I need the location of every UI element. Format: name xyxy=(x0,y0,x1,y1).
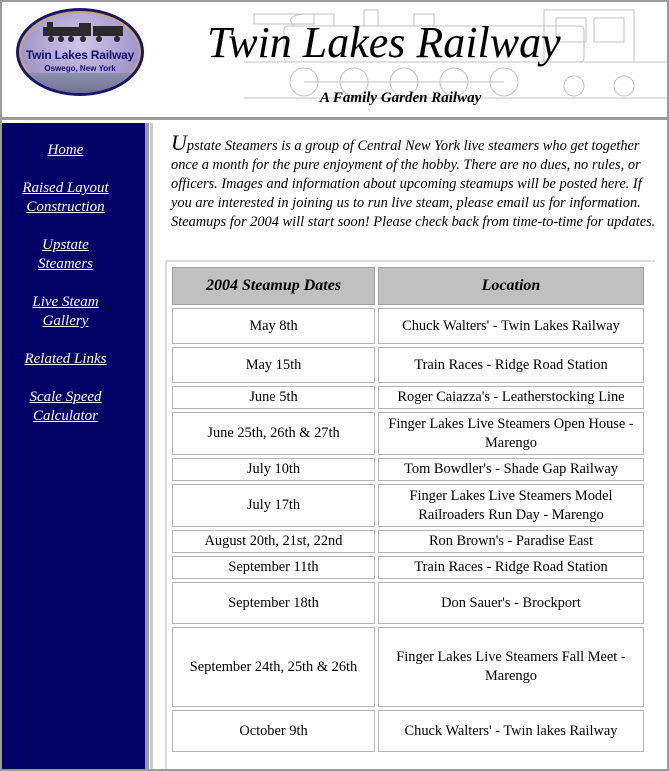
nav-link-live-steam-gallery[interactable]: Live Steam Gallery xyxy=(32,294,98,329)
table-row: June 5th Roger Caiazza's - Leatherstocki… xyxy=(172,386,644,409)
column-header-location: Location xyxy=(378,267,644,305)
table-row: August 20th, 21st, 22nd Ron Brown's - Pa… xyxy=(172,530,644,553)
intro-text: pstate Steamers is a group of Central Ne… xyxy=(171,138,656,230)
table-row: May 15th Train Races - Ridge Road Statio… xyxy=(172,347,644,383)
date-cell: September 24th, 25th & 26th xyxy=(172,627,375,707)
page-tagline: A Family Garden Railway xyxy=(320,90,482,106)
date-cell: June 5th xyxy=(172,386,375,409)
nav-link-label: Upstate xyxy=(42,237,89,253)
intro-paragraph: Upstate Steamers is a group of Central N… xyxy=(171,130,666,232)
logo-title: Twin Lakes Railway xyxy=(25,48,135,62)
date-cell: October 9th xyxy=(172,710,375,752)
page-title: Twin Lakes Railway xyxy=(207,18,561,67)
nav-item-raised-layout: Raised Layout Construction xyxy=(2,179,129,217)
table-row: September 18th Don Sauer's - Brockport xyxy=(172,582,644,624)
date-cell: May 8th xyxy=(172,308,375,344)
nav-link-label: Construction xyxy=(26,199,105,215)
table-row: May 8th Chuck Walters' - Twin Lakes Rail… xyxy=(172,308,644,344)
location-cell: Train Races - Ridge Road Station xyxy=(378,556,644,579)
steamup-table-container: 2004 Steamup Dates Location May 8th Chuc… xyxy=(165,260,655,769)
location-cell: Don Sauer's - Brockport xyxy=(378,582,644,624)
logo-ground xyxy=(19,73,141,93)
nav-link-raised-layout[interactable]: Raised Layout Construction xyxy=(22,180,108,215)
site-header: Twin Lakes Railway Oswego, New York Twin… xyxy=(2,2,667,120)
date-cell: September 11th xyxy=(172,556,375,579)
main-content: Upstate Steamers is a group of Central N… xyxy=(155,123,667,769)
table-row: October 9th Chuck Walters' - Twin lakes … xyxy=(172,710,644,752)
intro-dropcap: U xyxy=(171,130,187,155)
column-header-dates: 2004 Steamup Dates xyxy=(172,267,375,305)
date-cell: June 25th, 26th & 27th xyxy=(172,412,375,455)
train-logo-icon xyxy=(43,22,123,42)
location-cell: Finger Lakes Live Steamers Fall Meet - M… xyxy=(378,627,644,707)
nav-link-label: Related Links xyxy=(24,351,107,367)
location-cell: Finger Lakes Live Steamers Open House - … xyxy=(378,412,644,455)
nav-link-home[interactable]: Home xyxy=(48,142,84,158)
location-cell: Roger Caiazza's - Leatherstocking Line xyxy=(378,386,644,409)
nav-item-live-steam-gallery: Live Steam Gallery xyxy=(2,293,129,331)
location-cell: Train Races - Ridge Road Station xyxy=(378,347,644,383)
location-cell: Chuck Walters' - Twin lakes Railway xyxy=(378,710,644,752)
sidebar-nav: Home Raised Layout Construction Upstate St… xyxy=(2,123,149,769)
site-logo[interactable]: Twin Lakes Railway Oswego, New York xyxy=(16,8,144,96)
nav-link-label: Raised Layout xyxy=(22,180,109,196)
nav-link-upstate-steamers[interactable]: Upstate Steamers xyxy=(38,237,93,272)
date-cell: September 18th xyxy=(172,582,375,624)
table-row: September 24th, 25th & 26th Finger Lakes… xyxy=(172,627,644,707)
nav-link-label: Scale Speed xyxy=(29,389,102,405)
column-divider xyxy=(150,123,153,769)
table-row: June 25th, 26th & 27th Finger Lakes Live… xyxy=(172,412,644,455)
date-cell: July 10th xyxy=(172,458,375,481)
table-row: September 11th Train Races - Ridge Road … xyxy=(172,556,644,579)
nav-link-label: Live Steam xyxy=(32,294,99,310)
date-cell: August 20th, 21st, 22nd xyxy=(172,530,375,553)
table-row: July 10th Tom Bowdler's - Shade Gap Rail… xyxy=(172,458,644,481)
location-cell: Ron Brown's - Paradise East xyxy=(378,530,644,553)
location-cell: Chuck Walters' - Twin Lakes Railway xyxy=(378,308,644,344)
nav-item-scale-speed-calculator: Scale Speed Calculator xyxy=(2,388,129,426)
nav-link-scale-speed-calculator[interactable]: Scale Speed Calculator xyxy=(29,389,101,424)
nav-link-label: Steamers xyxy=(38,256,93,272)
nav-link-label: Home xyxy=(47,142,84,158)
location-cell: Tom Bowdler's - Shade Gap Railway xyxy=(378,458,644,481)
steamup-schedule-table: 2004 Steamup Dates Location May 8th Chuc… xyxy=(169,264,647,755)
nav-item-upstate-steamers: Upstate Steamers xyxy=(2,236,129,274)
table-header-row: 2004 Steamup Dates Location xyxy=(172,267,644,305)
nav-link-related-links[interactable]: Related Links xyxy=(24,351,106,367)
date-cell: July 17th xyxy=(172,484,375,527)
nav-item-home: Home xyxy=(2,141,129,160)
nav-link-label: Calculator xyxy=(32,408,98,424)
location-cell: Finger Lakes Live Steamers Model Railroa… xyxy=(378,484,644,527)
table-row: July 17th Finger Lakes Live Steamers Mod… xyxy=(172,484,644,527)
nav-link-label: Gallery xyxy=(42,313,89,329)
nav-item-related-links: Related Links xyxy=(2,350,129,369)
date-cell: May 15th xyxy=(172,347,375,383)
logo-subtitle: Oswego, New York xyxy=(44,64,116,73)
